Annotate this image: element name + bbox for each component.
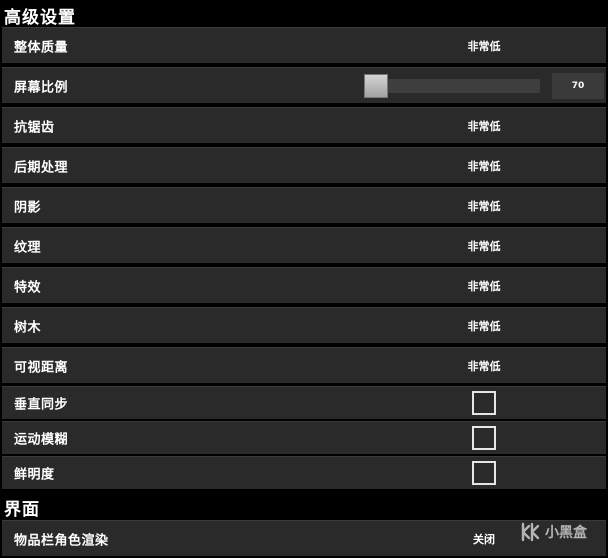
setting-value-dropdown[interactable]: 非常低 [468, 198, 501, 214]
setting-value-dropdown[interactable]: 非常低 [468, 278, 501, 294]
setting-row-shadows[interactable]: 阴影 非常低 [2, 187, 606, 223]
setting-label: 纹理 [14, 240, 42, 255]
setting-row-view-distance[interactable]: 可视距离 非常低 [2, 347, 606, 383]
setting-row-effects[interactable]: 特效 非常低 [2, 267, 606, 303]
setting-row-textures[interactable]: 纹理 非常低 [2, 227, 606, 263]
setting-value-dropdown[interactable]: 非常低 [468, 118, 501, 134]
setting-value-dropdown[interactable]: 关闭 [473, 531, 495, 547]
setting-label: 整体质量 [14, 40, 69, 55]
section-title-interface: 界面 [0, 494, 608, 520]
setting-row-overall-quality[interactable]: 整体质量 非常低 [2, 27, 606, 63]
vibrancy-checkbox[interactable] [472, 461, 496, 485]
setting-value-dropdown[interactable]: 非常低 [468, 38, 501, 54]
setting-row-screen-ratio: 屏幕比例 70 [2, 67, 606, 103]
setting-label: 鲜明度 [14, 467, 55, 483]
setting-row-trees[interactable]: 树木 非常低 [2, 307, 606, 343]
setting-value-dropdown[interactable]: 非常低 [468, 158, 501, 174]
setting-label: 树木 [14, 320, 42, 335]
screen-ratio-slider[interactable] [364, 73, 540, 98]
setting-row-vsync[interactable]: 垂直同步 [2, 386, 606, 419]
setting-label: 阴影 [14, 200, 42, 215]
watermark-text: 小黑盒 [545, 525, 587, 541]
slider-thumb[interactable] [364, 73, 388, 98]
setting-row-motion-blur[interactable]: 运动模糊 [2, 421, 606, 454]
setting-label: 垂直同步 [14, 397, 69, 413]
setting-label: 屏幕比例 [14, 80, 69, 95]
setting-row-vibrancy[interactable]: 鲜明度 [2, 456, 606, 489]
setting-label: 特效 [14, 280, 42, 295]
setting-row-post-processing[interactable]: 后期处理 非常低 [2, 147, 606, 183]
vsync-checkbox[interactable] [472, 391, 496, 415]
setting-label: 可视距离 [14, 360, 69, 375]
setting-row-antialiasing[interactable]: 抗锯齿 非常低 [2, 107, 606, 143]
section-title-advanced: 高级设置 [0, 2, 608, 28]
heybox-watermark: 小黑盒 [519, 521, 587, 543]
setting-label: 运动模糊 [14, 432, 69, 448]
motion-blur-checkbox[interactable] [472, 426, 496, 450]
setting-value-dropdown[interactable]: 非常低 [468, 318, 501, 334]
setting-label: 后期处理 [14, 160, 69, 175]
setting-value-dropdown[interactable]: 非常低 [468, 238, 501, 254]
setting-label: 物品栏角色渲染 [14, 533, 109, 548]
heybox-logo-icon [519, 521, 541, 543]
setting-row-inventory-render[interactable]: 物品栏角色渲染 关闭 [2, 520, 606, 556]
setting-value-dropdown[interactable]: 非常低 [468, 358, 501, 374]
setting-label: 抗锯齿 [14, 120, 55, 135]
screen-ratio-value-box[interactable]: 70 [552, 72, 604, 99]
